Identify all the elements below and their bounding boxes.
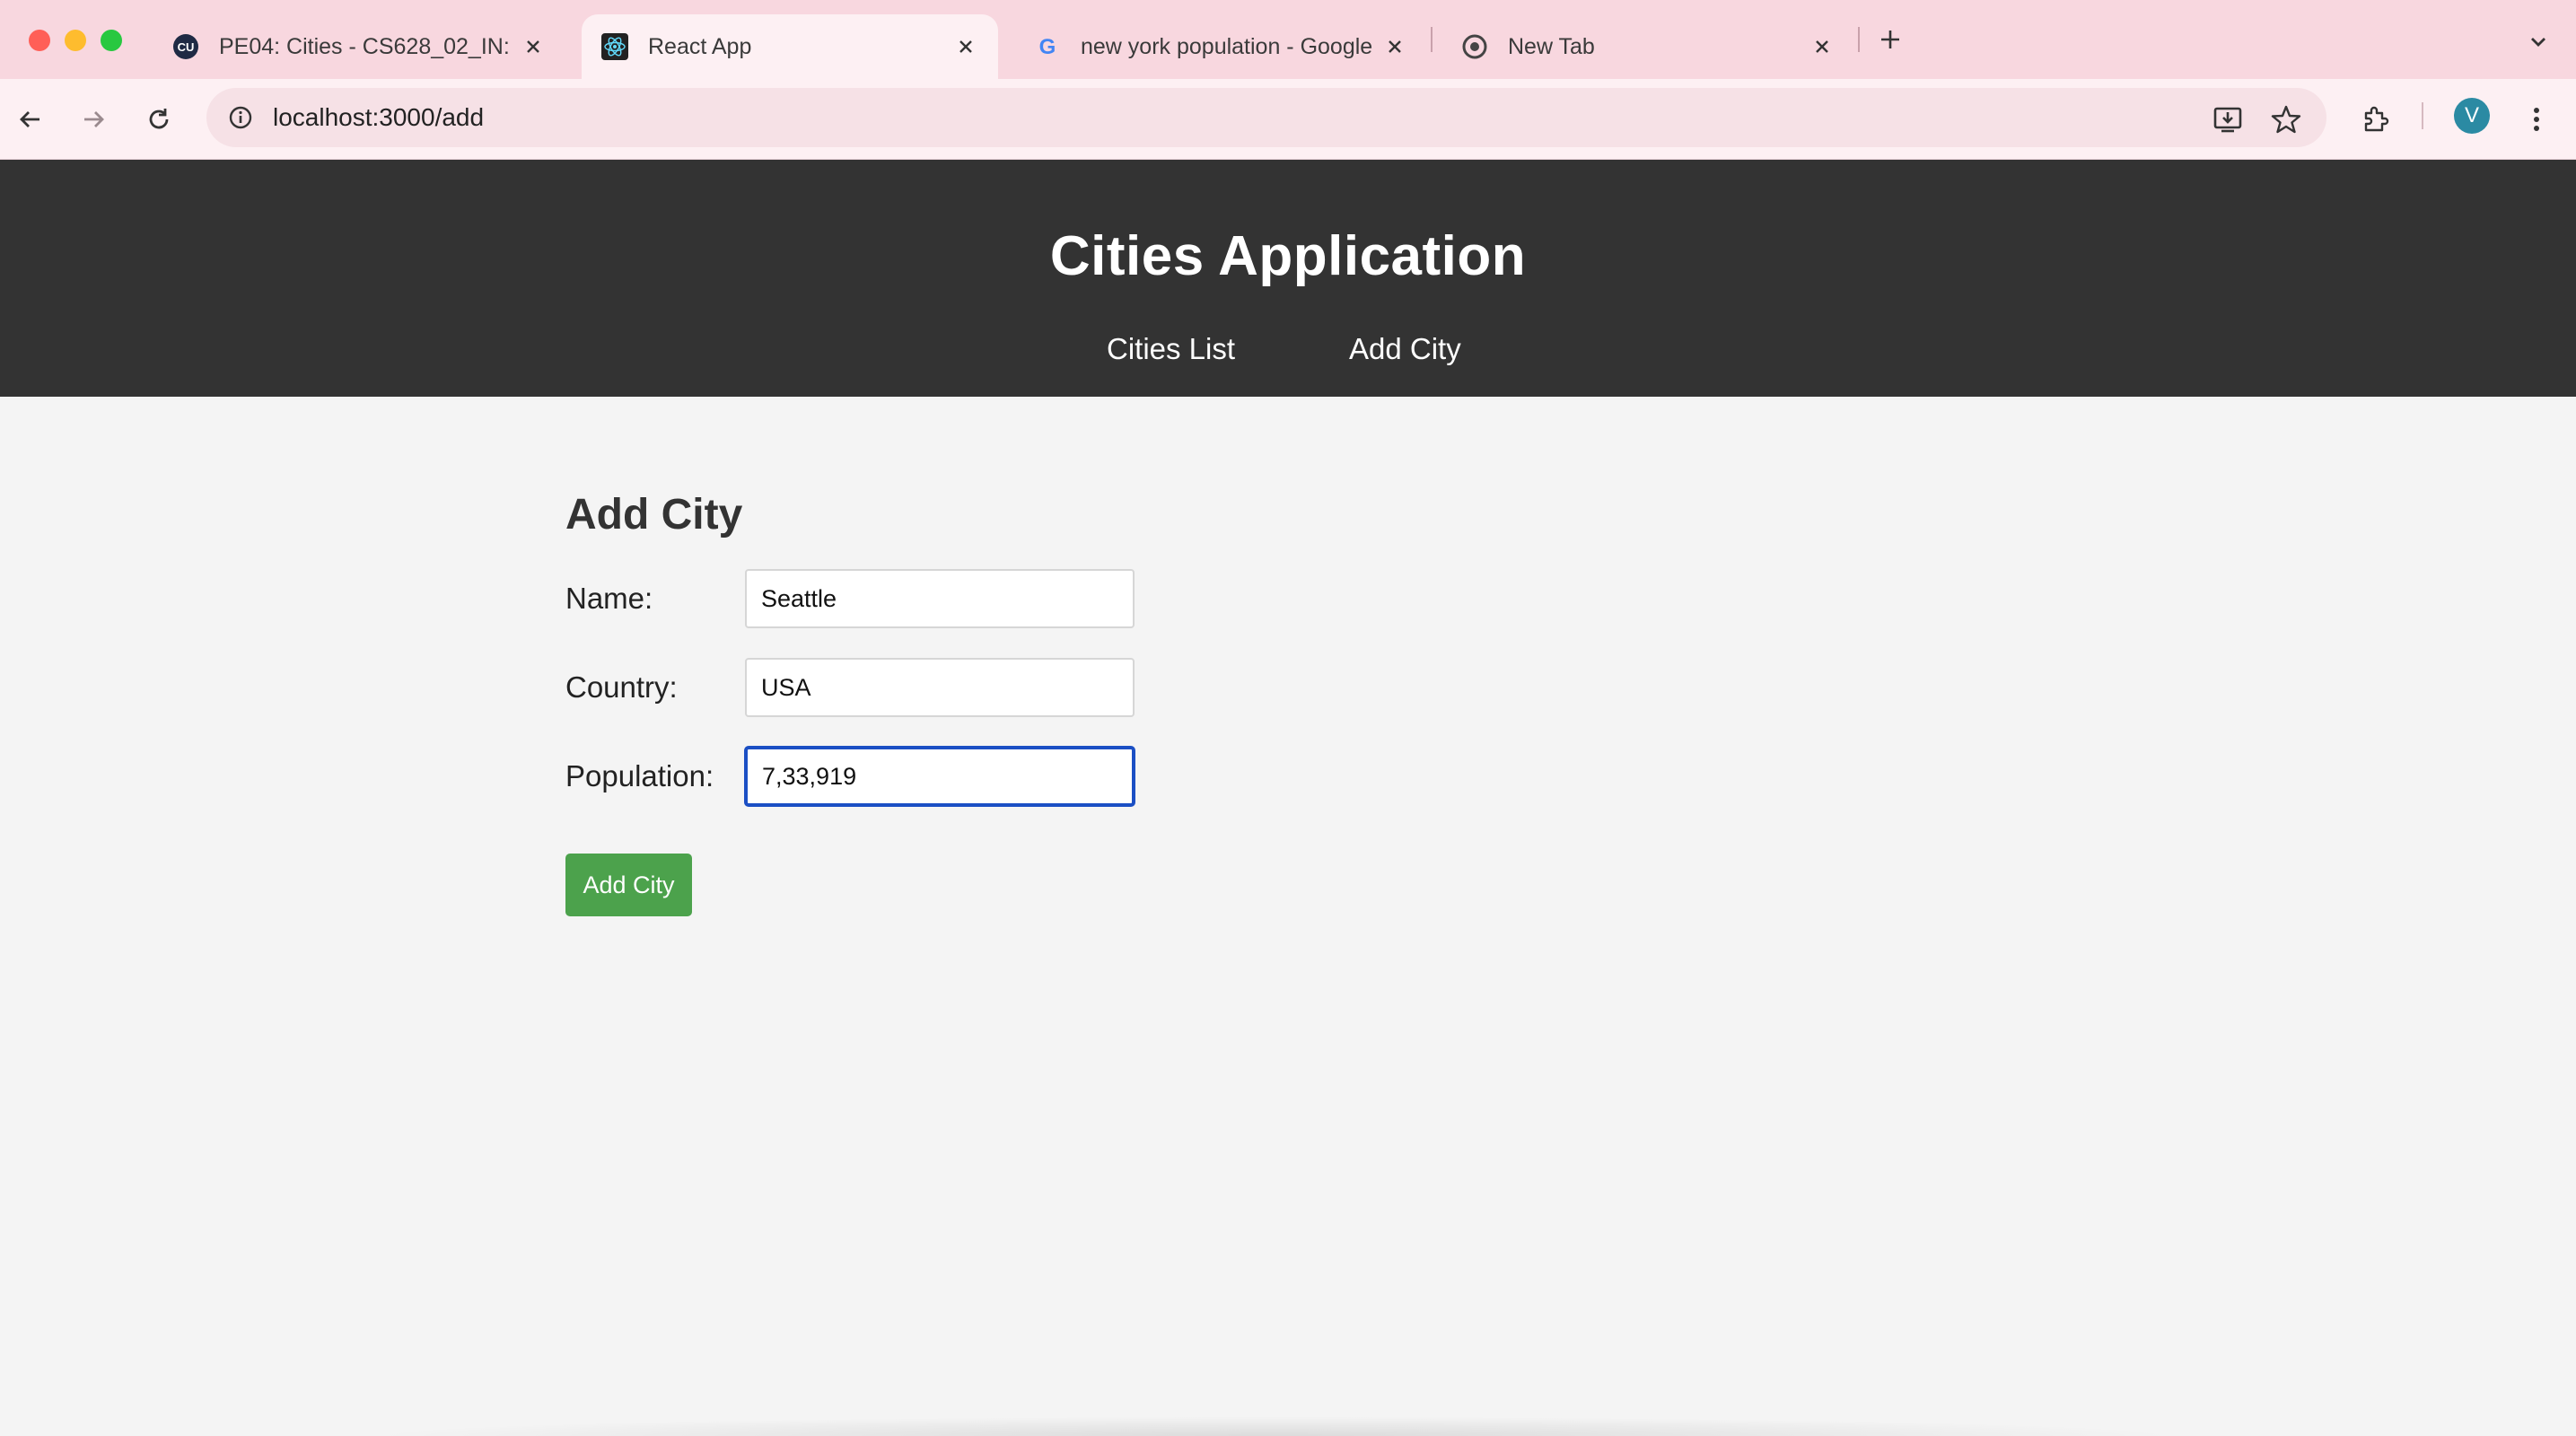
- google-icon: G: [1034, 33, 1061, 60]
- country-input[interactable]: [745, 658, 1135, 717]
- nav-link-cities-list[interactable]: Cities List: [1107, 332, 1235, 366]
- address-bar[interactable]: localhost:3000/add: [206, 88, 2326, 147]
- extensions-button[interactable]: [2358, 101, 2394, 137]
- close-window-button[interactable]: [29, 30, 50, 51]
- page-title: Add City: [565, 491, 743, 538]
- population-label: Population:: [565, 759, 714, 792]
- close-icon[interactable]: [1809, 34, 1835, 59]
- maximize-window-button[interactable]: [101, 30, 122, 51]
- url-text: localhost:3000/add: [273, 103, 485, 131]
- back-button[interactable]: [13, 101, 48, 137]
- install-app-button[interactable]: [2210, 101, 2246, 137]
- arrow-right-icon: [84, 111, 104, 127]
- tab-title: React App: [648, 33, 752, 59]
- tab-title: PE04: Cities - CS628_02_IN:: [219, 33, 510, 59]
- arrow-left-icon: [20, 111, 39, 127]
- tab-title: New Tab: [1508, 33, 1595, 59]
- kebab-menu-icon: [2534, 108, 2539, 131]
- tab-strip: CU PE04: Cities - CS628_02_IN: React App…: [0, 0, 2576, 79]
- add-city-button[interactable]: Add City: [565, 854, 692, 916]
- tab-new-tab[interactable]: New Tab: [1441, 14, 1854, 79]
- country-label: Country:: [565, 670, 678, 704]
- name-input[interactable]: [745, 569, 1135, 628]
- close-icon[interactable]: [521, 34, 546, 59]
- bookmark-button[interactable]: [2268, 101, 2304, 137]
- window-bottom-shadow: [359, 1416, 2190, 1436]
- profile-avatar[interactable]: V: [2454, 98, 2490, 134]
- chrome-icon: [1461, 33, 1488, 60]
- nav-link-add-city[interactable]: Add City: [1349, 332, 1461, 366]
- tab-search-button[interactable]: [2520, 23, 2556, 59]
- name-label: Name:: [565, 582, 653, 615]
- star-icon: [2271, 105, 2301, 134]
- population-input[interactable]: [745, 747, 1135, 806]
- chrome-menu-button[interactable]: [2519, 101, 2554, 137]
- close-icon[interactable]: [1382, 34, 1407, 59]
- tab-divider: [1431, 27, 1433, 52]
- react-icon: [601, 33, 628, 60]
- toolbar-divider: [2422, 102, 2423, 129]
- browser-toolbar: localhost:3000/add: [0, 79, 2576, 160]
- tab-title: new york population - Google: [1081, 33, 1373, 59]
- app-title: Cities Application: [1049, 225, 1527, 287]
- plus-icon: [1881, 31, 1899, 48]
- tab-divider: [1858, 27, 1860, 52]
- install-icon: [2213, 107, 2242, 133]
- svg-text:G: G: [1039, 35, 1056, 59]
- app-header: Cities Application Cities List Add City: [0, 160, 2576, 397]
- reload-button[interactable]: [141, 101, 177, 137]
- reload-icon: [149, 109, 169, 129]
- svg-text:CU: CU: [178, 40, 195, 54]
- tab-react-app[interactable]: React App: [582, 14, 998, 79]
- tab-google-search[interactable]: G new york population - Google: [1014, 14, 1427, 79]
- chevron-down-icon: [2531, 38, 2545, 47]
- forward-button[interactable]: [75, 101, 111, 137]
- tab-pe04-cities[interactable]: CU PE04: Cities - CS628_02_IN:: [153, 14, 565, 79]
- minimize-window-button[interactable]: [65, 30, 86, 51]
- cu-icon: CU: [172, 33, 199, 60]
- info-icon[interactable]: [223, 100, 258, 136]
- puzzle-icon: [2364, 106, 2389, 132]
- new-tab-button[interactable]: [1874, 23, 1906, 56]
- close-icon[interactable]: [953, 34, 978, 59]
